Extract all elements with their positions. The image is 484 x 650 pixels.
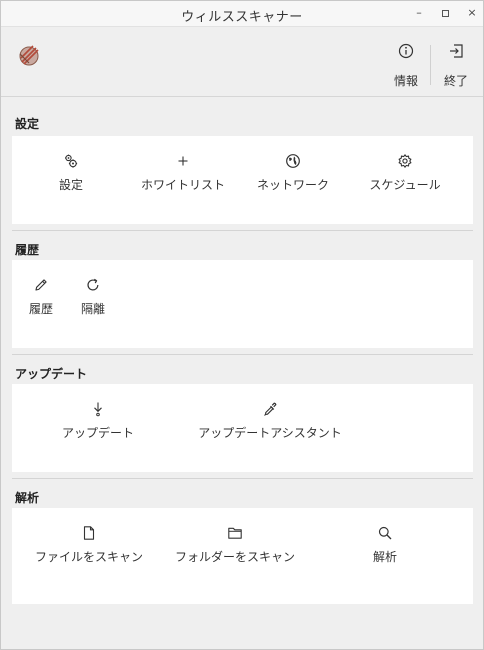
- app-window: ウィルススキャナー – × 情報 終了 設定 設定 ホワイトリスト ネットワーク…: [0, 0, 484, 650]
- network-label: ネットワーク: [256, 178, 329, 192]
- dropper-icon: [195, 401, 345, 417]
- whitelist-label: ホワイトリスト: [140, 178, 225, 192]
- search-icon: [360, 525, 410, 541]
- app-logo-icon: [17, 42, 41, 68]
- whitelist-button[interactable]: ホワイトリスト: [133, 153, 233, 193]
- history-panel: 履歴 隔離: [12, 260, 473, 348]
- section-divider: [12, 478, 473, 479]
- update-assistant-label: アップデートアシスタント: [198, 426, 342, 440]
- section-title-settings: 設定: [15, 117, 40, 131]
- history-button[interactable]: 履歴: [21, 277, 61, 317]
- gears-icon: [41, 153, 101, 169]
- info-icon: [398, 43, 414, 59]
- exit-icon: [450, 44, 463, 58]
- maximize-button[interactable]: [436, 5, 454, 21]
- quarantine-label: 隔離: [80, 302, 105, 316]
- gear-icon: [360, 153, 450, 169]
- section-divider: [12, 230, 473, 231]
- settings-label: 設定: [58, 178, 83, 192]
- analysis-button[interactable]: 解析: [360, 525, 410, 565]
- update-assistant-button[interactable]: アップデートアシスタント: [195, 401, 345, 441]
- schedule-label: スケジュール: [369, 178, 441, 192]
- info-label: 情報: [393, 74, 418, 88]
- analysis-label: 解析: [372, 550, 397, 564]
- section-title-analysis: 解析: [15, 491, 40, 505]
- update-panel: アップデート アップデートアシスタント: [12, 384, 473, 472]
- scan-file-button[interactable]: ファイルをスキャン: [29, 525, 149, 565]
- settings-button[interactable]: 設定: [41, 153, 101, 193]
- network-button[interactable]: ネットワーク: [248, 153, 338, 193]
- section-title-update: アップデート: [15, 367, 88, 381]
- update-button[interactable]: アップデート: [56, 401, 140, 441]
- globe-icon: [248, 153, 338, 169]
- scan-folder-button[interactable]: フォルダーをスキャン: [170, 525, 300, 565]
- file-icon: [29, 525, 149, 541]
- download-arrow-icon: [56, 401, 140, 417]
- refresh-icon: [73, 277, 113, 293]
- toolbar-separator: [430, 45, 431, 85]
- section-title-history: 履歴: [15, 243, 40, 257]
- update-label: アップデート: [61, 426, 134, 440]
- settings-panel: 設定 ホワイトリスト ネットワーク スケジュール: [12, 136, 473, 224]
- history-label: 履歴: [28, 302, 53, 316]
- pencil-icon: [21, 277, 61, 293]
- minimize-button[interactable]: –: [410, 5, 428, 21]
- folder-icon: [170, 525, 300, 541]
- close-button[interactable]: ×: [463, 5, 481, 21]
- info-button[interactable]: 情報: [391, 43, 421, 89]
- scan-folder-label: フォルダーをスキャン: [174, 550, 295, 564]
- section-divider: [12, 354, 473, 355]
- scan-file-label: ファイルをスキャン: [34, 550, 143, 564]
- toolbar: 情報 終了: [1, 27, 483, 97]
- exit-label: 終了: [443, 74, 468, 88]
- maximize-icon: [441, 9, 449, 17]
- title-bar: ウィルススキャナー – ×: [1, 1, 483, 27]
- quarantine-button[interactable]: 隔離: [73, 277, 113, 317]
- analysis-panel: ファイルをスキャン フォルダーをスキャン 解析: [12, 508, 473, 604]
- exit-button[interactable]: 終了: [441, 43, 471, 89]
- plus-icon: [133, 153, 233, 169]
- schedule-button[interactable]: スケジュール: [360, 153, 450, 193]
